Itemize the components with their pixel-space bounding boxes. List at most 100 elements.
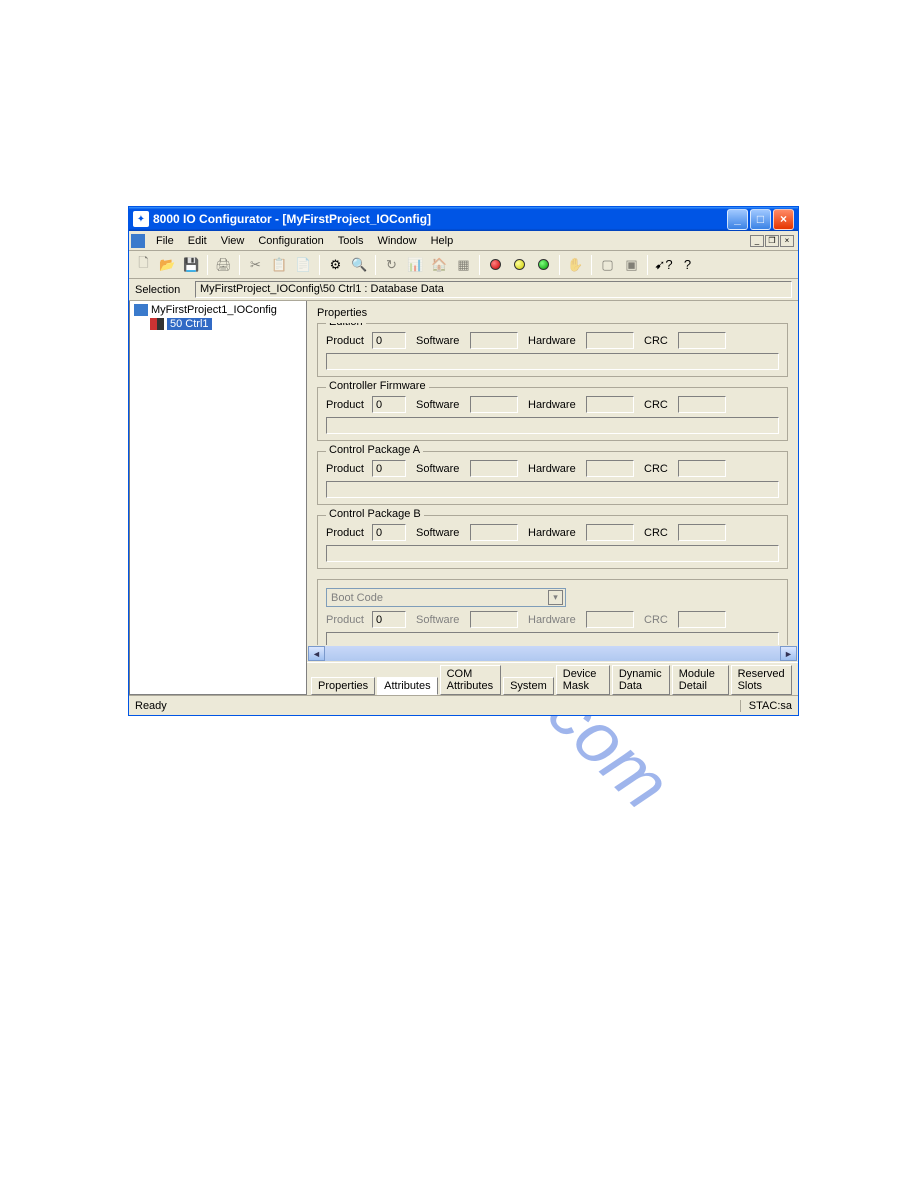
tool-button-6[interactable]: ▢ <box>596 254 619 276</box>
open-button[interactable]: 📂 <box>156 254 179 276</box>
group-package-b: Control Package B Product Software Hardw… <box>317 515 788 569</box>
pkga-hardware-field[interactable] <box>586 460 634 477</box>
scroll-right-button[interactable]: ► <box>780 646 797 661</box>
tool-button-5[interactable]: ▦ <box>452 254 475 276</box>
mdi-close-button[interactable]: × <box>780 235 794 247</box>
tool-button-3[interactable]: 📊 <box>404 254 427 276</box>
status-red-button[interactable] <box>484 254 507 276</box>
boot-software-field[interactable] <box>470 611 518 628</box>
mdi-minimize-button[interactable]: _ <box>750 235 764 247</box>
menu-file[interactable]: File <box>149 233 181 249</box>
save-button[interactable]: 💾 <box>180 254 203 276</box>
pkgb-hardware-field[interactable] <box>586 524 634 541</box>
tool-button-4[interactable]: 🏠 <box>428 254 451 276</box>
copy-button[interactable]: 📋 <box>268 254 291 276</box>
cut-button[interactable]: ✂ <box>244 254 267 276</box>
status-yellow-button[interactable] <box>508 254 531 276</box>
pkgb-crc-field[interactable] <box>678 524 726 541</box>
refresh-button[interactable]: ↻ <box>380 254 403 276</box>
firmware-software-field[interactable] <box>470 396 518 413</box>
pkga-desc-field[interactable] <box>326 481 779 498</box>
firmware-crc-field[interactable] <box>678 396 726 413</box>
tab-strip: Properties Attributes COM Attributes Sys… <box>307 662 798 695</box>
edition-crc-field[interactable] <box>678 332 726 349</box>
pkga-product-label: Product <box>326 463 368 475</box>
boot-hardware-field[interactable] <box>586 611 634 628</box>
boot-code-combo[interactable]: Boot Code ▾ <box>326 588 566 607</box>
pkga-software-field[interactable] <box>470 460 518 477</box>
menu-configuration[interactable]: Configuration <box>251 233 330 249</box>
tab-dynamic-data[interactable]: Dynamic Data <box>612 665 670 695</box>
tool-button-1[interactable]: ⚙ <box>324 254 347 276</box>
firmware-crc-label: CRC <box>644 399 674 411</box>
edition-hardware-label: Hardware <box>528 335 582 347</box>
tool-button-7[interactable]: ▣ <box>620 254 643 276</box>
app-window: ✦ 8000 IO Configurator - [MyFirstProject… <box>128 206 799 716</box>
close-button[interactable]: × <box>773 209 794 230</box>
minimize-button[interactable]: _ <box>727 209 748 230</box>
tab-system[interactable]: System <box>503 677 554 695</box>
hand-button[interactable]: ✋ <box>564 254 587 276</box>
properties-header: Properties <box>307 301 798 323</box>
menu-window[interactable]: Window <box>370 233 423 249</box>
menu-tools[interactable]: Tools <box>331 233 371 249</box>
pkgb-software-label: Software <box>416 527 466 539</box>
scroll-track[interactable] <box>325 646 780 661</box>
new-button[interactable]: 🗋 <box>132 254 155 276</box>
pkgb-software-field[interactable] <box>470 524 518 541</box>
pkga-product-field[interactable] <box>372 460 406 477</box>
page-icon: ▦ <box>457 257 469 273</box>
tab-reserved-slots[interactable]: Reserved Slots <box>731 665 792 695</box>
pkga-crc-field[interactable] <box>678 460 726 477</box>
status-green-button[interactable] <box>532 254 555 276</box>
gear-icon: ⚙ <box>330 257 342 273</box>
edition-hardware-field[interactable] <box>586 332 634 349</box>
menu-edit[interactable]: Edit <box>181 233 214 249</box>
context-help-button[interactable]: ➹? <box>652 254 675 276</box>
properties-pane: Properties Edition Product Software Hard… <box>307 301 798 695</box>
menu-help[interactable]: Help <box>424 233 461 249</box>
firmware-hardware-field[interactable] <box>586 396 634 413</box>
print-button[interactable]: 🖨 <box>212 254 235 276</box>
pkgb-desc-field[interactable] <box>326 545 779 562</box>
pkgb-product-field[interactable] <box>372 524 406 541</box>
tab-properties[interactable]: Properties <box>311 677 375 695</box>
edition-software-field[interactable] <box>470 332 518 349</box>
statusbar: Ready STAC:sa <box>129 695 798 715</box>
titlebar: ✦ 8000 IO Configurator - [MyFirstProject… <box>129 207 798 231</box>
tab-com-attributes[interactable]: COM Attributes <box>440 665 501 695</box>
pkga-software-label: Software <box>416 463 466 475</box>
boot-product-field[interactable] <box>372 611 406 628</box>
tree-pane[interactable]: MyFirstProject1_IOConfig 50 Ctrl1 <box>129 301 307 695</box>
boot-crc-field[interactable] <box>678 611 726 628</box>
menu-view[interactable]: View <box>214 233 252 249</box>
group-firmware: Controller Firmware Product Software Har… <box>317 387 788 441</box>
boot-desc-field[interactable] <box>326 632 779 645</box>
tool-button-2[interactable]: 🔍 <box>348 254 371 276</box>
firmware-desc-field[interactable] <box>326 417 779 434</box>
mdi-restore-button[interactable]: ❐ <box>765 235 779 247</box>
tree-root-label: MyFirstProject1_IOConfig <box>151 304 277 316</box>
copy-icon: 📋 <box>271 257 287 273</box>
open-icon: 📂 <box>159 257 175 273</box>
paste-button[interactable]: 📄 <box>292 254 315 276</box>
scroll-left-button[interactable]: ◄ <box>308 646 325 661</box>
toolbar: 🗋 📂 💾 🖨 ✂ 📋 📄 ⚙ 🔍 ↻ 📊 🏠 ▦ ✋ ▢ ▣ ➹? ? <box>129 251 798 279</box>
edition-desc-field[interactable] <box>326 353 779 370</box>
maximize-button[interactable]: □ <box>750 209 771 230</box>
hand-icon: ✋ <box>567 257 583 273</box>
horizontal-scrollbar[interactable]: ◄ ► <box>307 645 798 662</box>
firmware-software-label: Software <box>416 399 466 411</box>
tab-attributes[interactable]: Attributes <box>377 677 437 695</box>
controller-icon <box>150 318 164 330</box>
firmware-product-field[interactable] <box>372 396 406 413</box>
tab-module-detail[interactable]: Module Detail <box>672 665 729 695</box>
pkgb-hardware-label: Hardware <box>528 527 582 539</box>
tab-device-mask[interactable]: Device Mask <box>556 665 610 695</box>
tree-controller-item[interactable]: 50 Ctrl1 <box>132 317 304 331</box>
edition-product-field[interactable] <box>372 332 406 349</box>
status-right: STAC:sa <box>740 700 792 712</box>
boxes-icon: ▣ <box>625 257 637 273</box>
help-button[interactable]: ? <box>676 254 699 276</box>
tree-root-item[interactable]: MyFirstProject1_IOConfig <box>132 303 304 317</box>
